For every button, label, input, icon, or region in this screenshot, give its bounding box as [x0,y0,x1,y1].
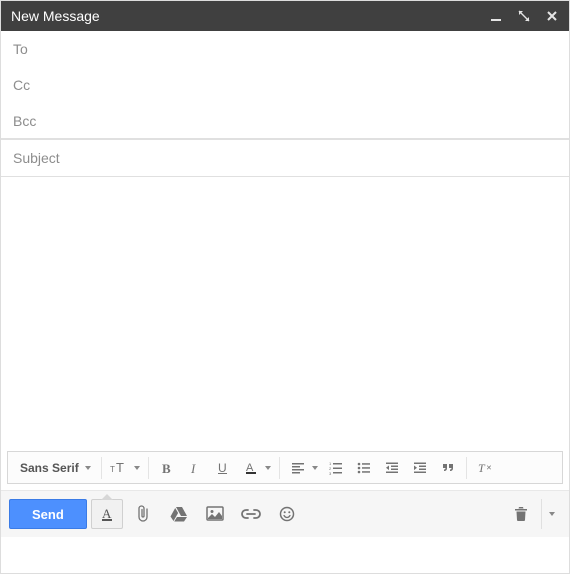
insert-link-button[interactable] [235,499,267,529]
font-family-label: Sans Serif [20,461,79,475]
align-select[interactable] [284,455,322,481]
bcc-label: Bcc [13,113,557,129]
expand-icon[interactable] [517,9,531,23]
svg-text:✕: ✕ [486,465,492,472]
remove-formatting-button[interactable]: T✕ [471,455,499,481]
separator [101,457,102,479]
chevron-down-icon [312,466,318,470]
chevron-down-icon [265,466,271,470]
separator [279,457,280,479]
text-color-select[interactable]: A [237,455,275,481]
svg-text:A: A [102,506,112,521]
quote-button[interactable] [434,455,462,481]
message-body[interactable] [1,177,569,451]
image-icon [206,506,224,522]
emoji-icon [279,506,295,522]
attach-file-button[interactable] [127,499,159,529]
bcc-field[interactable]: Bcc [1,103,569,139]
to-field[interactable]: To [1,31,569,67]
link-icon [241,508,261,520]
subject-field[interactable]: Subject [1,139,569,177]
font-size-icon: TT [106,455,134,481]
indent-less-button[interactable] [378,455,406,481]
numbered-list-button[interactable]: 123 [322,455,350,481]
close-icon[interactable] [545,9,559,23]
svg-text:B: B [162,461,171,475]
send-label: Send [32,507,64,522]
paperclip-icon [135,505,151,523]
cc-field[interactable]: Cc [1,67,569,103]
separator [148,457,149,479]
italic-button[interactable]: I [181,455,209,481]
indent-more-button[interactable] [406,455,434,481]
chevron-down-icon [134,466,140,470]
svg-text:T: T [116,460,124,475]
insert-drive-button[interactable] [163,499,195,529]
drive-icon [170,506,188,522]
font-family-select[interactable]: Sans Serif [14,456,97,480]
underline-button[interactable]: U [209,455,237,481]
chevron-down-icon [549,512,555,516]
bulleted-list-button[interactable] [350,455,378,481]
send-button[interactable]: Send [9,499,87,529]
subject-placeholder: Subject [13,150,557,166]
svg-text:T: T [478,461,486,475]
format-toolbar: Sans Serif TT B I U A 123 [7,451,563,484]
minimize-icon[interactable] [489,9,503,23]
insert-photo-button[interactable] [199,499,231,529]
recipient-section: To Cc Bcc [1,31,569,139]
bold-button[interactable]: B [153,455,181,481]
chevron-down-icon [85,466,91,470]
compose-header: New Message [1,1,569,31]
svg-text:3: 3 [329,471,332,475]
formatting-toggle-button[interactable]: A [91,499,123,529]
discard-draft-button[interactable] [505,499,537,529]
text-color-icon: A [237,455,265,481]
action-bar: Send A [1,490,569,537]
compose-title: New Message [11,8,489,24]
svg-text:T: T [110,465,115,474]
align-left-icon [284,455,312,481]
separator [466,457,467,479]
window-controls [489,9,559,23]
trash-icon [514,506,528,522]
insert-emoji-button[interactable] [271,499,303,529]
svg-text:I: I [190,461,196,475]
svg-text:U: U [218,461,227,475]
font-size-select[interactable]: TT [106,455,144,481]
to-label: To [13,41,557,57]
cc-label: Cc [13,77,557,93]
more-options-button[interactable] [541,499,561,529]
